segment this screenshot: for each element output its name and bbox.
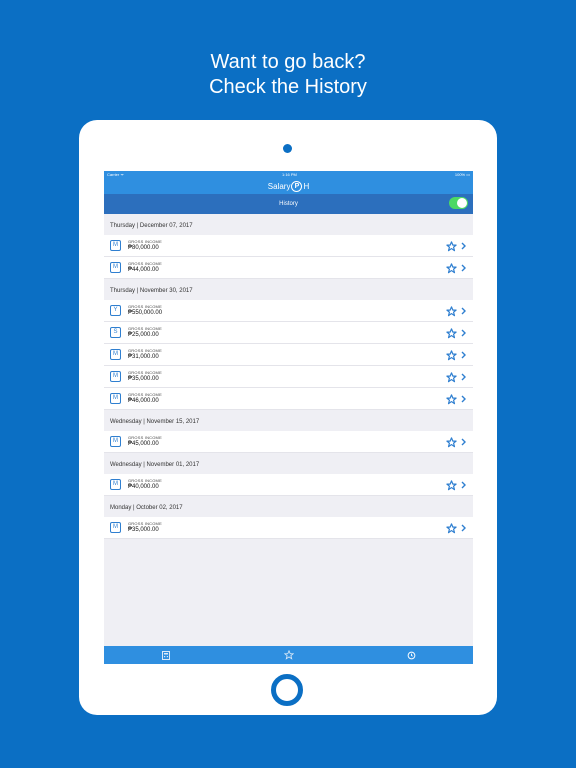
history-row[interactable]: M GROSS INCOME ₱40,000.00 xyxy=(104,474,473,496)
gross-income-amount: ₱80,000.00 xyxy=(128,245,159,251)
section-date-header: Monday | October 02, 2017 xyxy=(110,504,183,511)
chevron-right-icon xyxy=(460,261,468,275)
favorite-star-icon[interactable] xyxy=(445,521,457,535)
section-date-header: Thursday | December 07, 2017 xyxy=(110,222,193,229)
gross-income-amount: ₱45,000.00 xyxy=(128,441,159,447)
row-text: GROSS INCOME ₱35,000.00 xyxy=(128,521,162,534)
chevron-right-icon xyxy=(460,326,468,340)
section-date-header: Thursday | November 30, 2017 xyxy=(110,287,193,294)
row-text: GROSS INCOME ₱44,000.00 xyxy=(128,261,162,274)
favorite-star-icon[interactable] xyxy=(445,478,457,492)
period-badge: S xyxy=(110,327,121,338)
tab-bar xyxy=(104,646,473,664)
tab-favorites[interactable] xyxy=(274,646,304,664)
favorite-star-icon[interactable] xyxy=(445,435,457,449)
favorite-star-icon[interactable] xyxy=(445,370,457,384)
period-badge: M xyxy=(110,479,121,490)
tab-calculator[interactable] xyxy=(151,646,181,664)
app-title-bar: Salary P H xyxy=(104,179,473,194)
promo-headline-line2: Check the History xyxy=(209,76,367,98)
chevron-right-icon xyxy=(460,304,468,318)
nav-bar: History xyxy=(104,194,473,214)
period-badge: M xyxy=(110,436,121,447)
chevron-right-icon xyxy=(460,478,468,492)
favorite-star-icon[interactable] xyxy=(445,239,457,253)
period-badge: M xyxy=(110,262,121,273)
history-list: Thursday | December 07, 2017 M GROSS INCOM… xyxy=(104,216,473,539)
row-text: GROSS INCOME ₱46,000.00 xyxy=(128,392,162,405)
history-row[interactable]: S GROSS INCOME ₱25,000.00 xyxy=(104,322,473,344)
favorite-star-icon[interactable] xyxy=(445,304,457,318)
chevron-right-icon xyxy=(460,521,468,535)
gross-income-amount: ₱550,000.00 xyxy=(128,310,163,316)
row-text: GROSS INCOME ₱31,000.00 xyxy=(128,348,162,361)
history-row[interactable]: M GROSS INCOME ₱45,000.00 xyxy=(104,431,473,453)
favorite-star-icon[interactable] xyxy=(445,348,457,362)
history-row[interactable]: M GROSS INCOME ₱31,000.00 xyxy=(104,344,473,366)
period-badge: M xyxy=(110,393,121,404)
promo-headline-line1: Want to go back? xyxy=(210,51,366,73)
gross-income-amount: ₱31,000.00 xyxy=(128,354,159,360)
peso-logo-icon: P xyxy=(291,181,303,192)
row-text: GROSS INCOME ₱45,000.00 xyxy=(128,435,162,448)
promo-headline: Want to go back? Check the History xyxy=(0,50,576,100)
battery-label: 100% ▭ xyxy=(454,172,470,177)
history-row[interactable]: M GROSS INCOME ₱80,000.00 xyxy=(104,235,473,257)
period-badge: M xyxy=(110,522,121,533)
status-time: 1:16 PM xyxy=(281,172,297,177)
app-screen: Carrier ᯤ 1:16 PM 100% ▭ Salary P H Hist… xyxy=(104,171,473,664)
camera-dot xyxy=(283,144,292,153)
chevron-right-icon xyxy=(460,370,468,384)
gross-income-amount: ₱40,000.00 xyxy=(128,484,159,490)
gross-income-amount: ₱35,000.00 xyxy=(128,527,159,533)
gross-income-amount: ₱44,000.00 xyxy=(128,267,159,273)
favorite-star-icon[interactable] xyxy=(445,392,457,406)
row-text: GROSS INCOME ₱80,000.00 xyxy=(128,239,162,252)
history-row[interactable]: M GROSS INCOME ₱44,000.00 xyxy=(104,257,473,279)
row-text: GROSS INCOME ₱25,000.00 xyxy=(128,326,162,339)
period-badge: Y xyxy=(110,305,121,316)
row-text: GROSS INCOME ₱35,000.00 xyxy=(128,370,162,383)
home-button xyxy=(271,674,303,706)
tab-history[interactable] xyxy=(397,646,427,664)
row-text: GROSS INCOME ₱550,000.00 xyxy=(128,304,162,317)
favorite-star-icon[interactable] xyxy=(445,326,457,340)
carrier-label: Carrier ᯤ xyxy=(107,172,124,177)
period-badge: M xyxy=(110,240,121,251)
section-date-header: Wednesday | November 15, 2017 xyxy=(110,418,200,425)
history-row[interactable]: Y GROSS INCOME ₱550,000.00 xyxy=(104,300,473,322)
nav-title: History xyxy=(279,201,298,207)
chevron-right-icon xyxy=(460,348,468,362)
period-badge: M xyxy=(110,349,121,360)
chevron-right-icon xyxy=(460,435,468,449)
gross-income-amount: ₱25,000.00 xyxy=(128,332,159,338)
star-icon xyxy=(283,650,294,660)
chevron-right-icon xyxy=(460,392,468,406)
app-title-suffix: H xyxy=(303,182,310,191)
gross-income-amount: ₱46,000.00 xyxy=(128,398,159,404)
gross-income-amount: ₱35,000.00 xyxy=(128,376,159,382)
calculator-icon xyxy=(161,650,170,660)
app-title-prefix: Salary xyxy=(267,182,291,191)
section-date-header: Wednesday | November 01, 2017 xyxy=(110,461,200,468)
history-toggle[interactable] xyxy=(449,197,468,209)
history-row[interactable]: M GROSS INCOME ₱46,000.00 xyxy=(104,388,473,410)
favorite-star-icon[interactable] xyxy=(445,261,457,275)
period-badge: M xyxy=(110,371,121,382)
status-bar: Carrier ᯤ 1:16 PM 100% ▭ xyxy=(104,171,473,179)
history-row[interactable]: M GROSS INCOME ₱35,000.00 xyxy=(104,366,473,388)
chevron-right-icon xyxy=(460,239,468,253)
row-text: GROSS INCOME ₱40,000.00 xyxy=(128,478,162,491)
history-icon xyxy=(407,651,416,659)
history-row[interactable]: M GROSS INCOME ₱35,000.00 xyxy=(104,517,473,539)
